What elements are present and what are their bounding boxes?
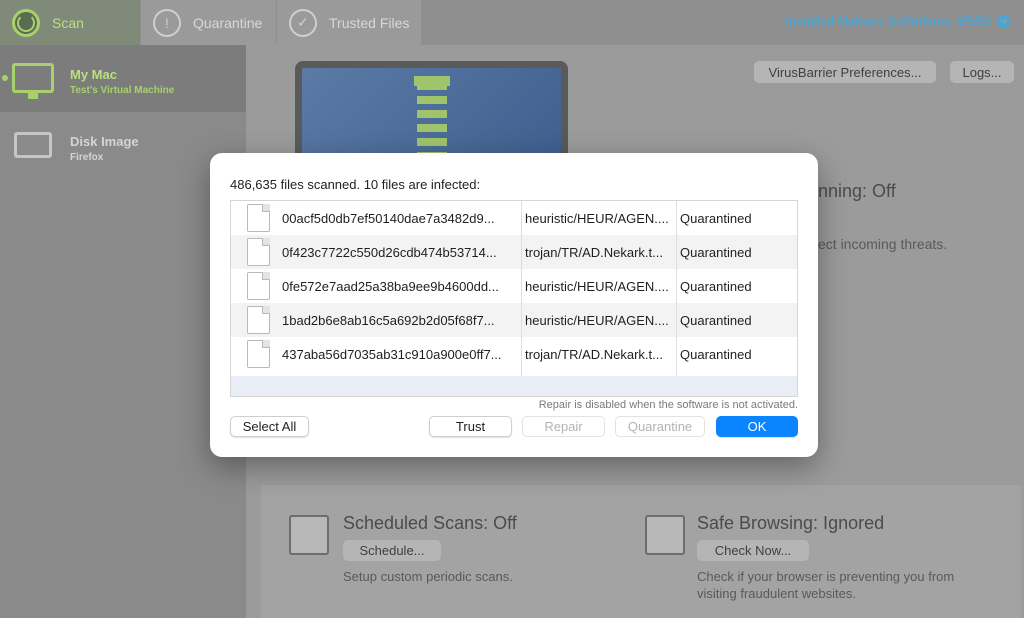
file-status: Quarantined — [680, 312, 752, 328]
sidebar-item-my-mac[interactable]: My Mac Test's Virtual Machine — [0, 45, 246, 112]
file-icon — [247, 340, 270, 368]
quarantine-button[interactable]: Quarantine — [615, 416, 705, 437]
tab-quarantine[interactable]: ! Quarantine — [141, 0, 276, 45]
definitions-label: Installed Malware Definitions: 6/5/25 — [785, 14, 991, 28]
arrow-right-icon: ➜ — [997, 14, 1010, 28]
ok-button[interactable]: OK — [716, 416, 798, 437]
threat-name: trojan/TR/AD.Nekark.t... — [525, 244, 663, 260]
tab-scan[interactable]: Scan — [0, 0, 140, 45]
table-row-partial[interactable] — [231, 376, 797, 396]
tab-scan-label: Scan — [52, 14, 84, 31]
malware-definitions-link[interactable]: Installed Malware Definitions: 6/5/25 ➜ — [786, 14, 1010, 28]
sidebar-item-title: Disk Image — [70, 134, 139, 149]
scan-results-dialog: 486,635 files scanned. 10 files are infe… — [210, 153, 818, 457]
logs-button[interactable]: Logs... — [950, 61, 1014, 83]
table-row[interactable]: 0f423c7722c550d26cdb474b53714... trojan/… — [231, 235, 797, 269]
preferences-button[interactable]: VirusBarrier Preferences... — [754, 61, 936, 83]
safe-browsing-title: Safe Browsing: Ignored — [697, 513, 885, 533]
table-row[interactable]: 0fe572e7aad25a38ba9ee9b4600dd... heurist… — [231, 269, 797, 303]
file-name: 0f423c7722c550d26cdb474b53714... — [282, 244, 497, 260]
file-icon — [247, 306, 270, 334]
realtime-scanning-title: nning: Off — [818, 181, 896, 201]
tab-trusted-files[interactable]: ✓ Trusted Files — [277, 0, 421, 45]
scan-icon — [12, 8, 40, 37]
file-icon — [247, 204, 270, 232]
realtime-scanning-desc: ect incoming threats. — [818, 236, 948, 252]
sidebar-item-subtitle: Firefox — [70, 152, 104, 163]
scheduled-scans-desc: Setup custom periodic scans. — [343, 569, 513, 584]
disk-icon — [14, 132, 52, 158]
browser-icon — [645, 515, 685, 555]
calendar-icon — [289, 515, 329, 555]
column-divider — [676, 201, 677, 376]
schedule-button[interactable]: Schedule... — [343, 540, 441, 561]
repair-disabled-note: Repair is disabled when the software is … — [538, 399, 798, 411]
threat-name: trojan/TR/AD.Nekark.t... — [525, 346, 663, 362]
monitor-icon — [12, 63, 54, 99]
warning-icon: ! — [153, 8, 181, 37]
tab-trusted-files-label: Trusted Files — [329, 14, 410, 31]
bottom-panel: Scheduled Scans: Off Schedule... Setup c… — [261, 485, 1021, 618]
sidebar-item-title: My Mac — [70, 67, 117, 82]
table-row[interactable]: 00acf5d0db7ef50140dae7a3482d9... heurist… — [231, 201, 797, 235]
checkmark-icon: ✓ — [289, 8, 317, 37]
file-name: 00acf5d0db7ef50140dae7a3482d9... — [282, 210, 495, 226]
file-status: Quarantined — [680, 346, 752, 362]
threat-name: heuristic/HEUR/AGEN.... — [525, 278, 669, 294]
file-name: 0fe572e7aad25a38ba9ee9b4600dd... — [282, 278, 499, 294]
trust-button[interactable]: Trust — [429, 416, 512, 437]
file-icon — [247, 272, 270, 300]
file-status: Quarantined — [680, 210, 752, 226]
shield-tower-icon — [414, 76, 450, 162]
select-all-button[interactable]: Select All — [230, 416, 309, 437]
column-divider — [521, 201, 522, 376]
file-name: 1bad2b6e8ab16c5a692b2d05f68f7... — [282, 312, 495, 328]
threat-name: heuristic/HEUR/AGEN.... — [525, 312, 669, 328]
threat-name: heuristic/HEUR/AGEN.... — [525, 210, 669, 226]
scan-summary: 486,635 files scanned. 10 files are infe… — [230, 177, 481, 192]
infected-files-table[interactable]: 00acf5d0db7ef50140dae7a3482d9... heurist… — [230, 200, 798, 397]
table-row[interactable]: 1bad2b6e8ab16c5a692b2d05f68f7... heurist… — [231, 303, 797, 337]
safe-browsing-desc-line1: Check if your browser is preventing you … — [697, 569, 955, 584]
file-status: Quarantined — [680, 244, 752, 260]
file-status: Quarantined — [680, 278, 752, 294]
file-name: 437aba56d7035ab31c910a900e0ff7... — [282, 346, 502, 362]
top-toolbar: Scan ! Quarantine ✓ Trusted Files Instal… — [0, 0, 1024, 45]
check-now-button[interactable]: Check Now... — [697, 540, 809, 561]
tab-quarantine-label: Quarantine — [193, 14, 263, 31]
sidebar-item-subtitle: Test's Virtual Machine — [70, 85, 175, 96]
scheduled-scans-title: Scheduled Scans: Off — [343, 513, 517, 533]
safe-browsing-desc-line2: visiting fraudulent websites. — [697, 586, 856, 601]
file-icon — [247, 238, 270, 266]
table-row[interactable]: 437aba56d7035ab31c910a900e0ff7... trojan… — [231, 337, 797, 371]
repair-button[interactable]: Repair — [522, 416, 605, 437]
selected-indicator — [2, 75, 8, 81]
